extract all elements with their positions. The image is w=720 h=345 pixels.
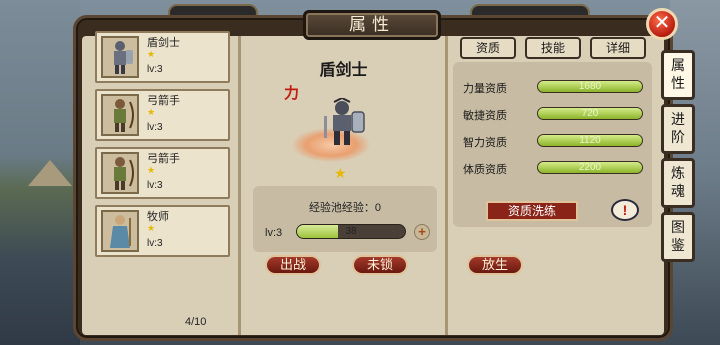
- stat-bar: 1120: [537, 134, 643, 147]
- hero-portrait: [101, 94, 139, 136]
- hero-list-item[interactable]: 盾剑士 ★ lv:3: [95, 31, 230, 83]
- archer-icon: [114, 99, 134, 132]
- exp-progress-bar: 38: [296, 224, 406, 239]
- hero-name: 弓箭手: [147, 153, 180, 165]
- side-tab-soul-refine[interactable]: 炼魂: [661, 158, 695, 208]
- divider-left: [238, 36, 241, 335]
- hero-name: 弓箭手: [147, 95, 180, 107]
- hero-portrait: [101, 210, 139, 252]
- stat-label: 力量资质: [463, 83, 507, 95]
- divider-right: [445, 36, 448, 335]
- hero-sprite: [324, 98, 365, 145]
- strength-class-icon: 力: [284, 85, 300, 102]
- star-icon: ★: [147, 223, 156, 233]
- tab-aptitude[interactable]: 资质: [460, 37, 516, 59]
- stat-bar: 720: [537, 107, 643, 120]
- hero-list-item[interactable]: 弓箭手 ★ lv:3: [95, 147, 230, 199]
- window-title: 属性: [349, 15, 395, 35]
- stat-label: 敏捷资质: [463, 110, 507, 122]
- shield-knight-icon: [114, 41, 133, 74]
- lock-button[interactable]: 未锁: [352, 255, 408, 275]
- tab-skills[interactable]: 技能: [525, 37, 581, 59]
- hero-portrait: [101, 36, 139, 78]
- hero-level: lv:3: [147, 238, 163, 249]
- release-button[interactable]: 放生: [467, 255, 523, 275]
- hero-name: 盾剑士: [147, 37, 180, 49]
- hero-name: 牧师: [147, 211, 169, 223]
- side-tab-codex[interactable]: 图鉴: [661, 212, 695, 262]
- stat-value: 2200: [578, 162, 602, 173]
- hero-list-page-count: 4/10: [185, 316, 207, 328]
- window-title-plate: 属性: [303, 10, 441, 40]
- stat-value: 720: [581, 108, 599, 119]
- stat-label: 体质资质: [463, 164, 507, 176]
- stat-value: 1680: [578, 81, 602, 92]
- exp-value: 38: [345, 226, 357, 237]
- close-button[interactable]: ✕: [646, 8, 678, 40]
- priest-icon: [110, 215, 131, 248]
- hero-portrait: [101, 152, 139, 194]
- star-icon: ★: [334, 165, 347, 181]
- stat-value: 1120: [579, 135, 601, 146]
- hero-level: lv:3: [147, 64, 163, 75]
- side-tab-attributes[interactable]: 属性: [661, 50, 695, 100]
- add-exp-button[interactable]: +: [414, 224, 430, 240]
- hero-list-item[interactable]: 牧师 ★ lv:3: [95, 205, 230, 257]
- hero-detail-name: 盾剑士: [319, 62, 368, 79]
- deploy-button[interactable]: 出战: [265, 255, 321, 275]
- hero-level: lv:3: [147, 122, 163, 133]
- stat-bar: 1680: [537, 80, 643, 93]
- exp-panel: [253, 186, 437, 252]
- star-icon: ★: [147, 165, 156, 175]
- archer-icon: [114, 157, 134, 190]
- star-icon: ★: [147, 49, 156, 59]
- info-icon[interactable]: !: [611, 199, 639, 221]
- exp-pool-label: 经验池经验：0: [308, 202, 382, 214]
- aptitude-reroll-button[interactable]: 资质洗练: [486, 201, 578, 221]
- tab-details[interactable]: 详细: [590, 37, 646, 59]
- hero-detail-level: lv:3: [265, 227, 283, 239]
- stat-label: 智力资质: [463, 137, 507, 149]
- hero-list-item[interactable]: 弓箭手 ★ lv:3: [95, 89, 230, 141]
- hero-level: lv:3: [147, 180, 163, 191]
- side-tab-advance[interactable]: 进阶: [661, 104, 695, 154]
- background-tent: [28, 160, 72, 186]
- stat-bar: 2200: [537, 161, 643, 174]
- star-icon: ★: [147, 107, 156, 117]
